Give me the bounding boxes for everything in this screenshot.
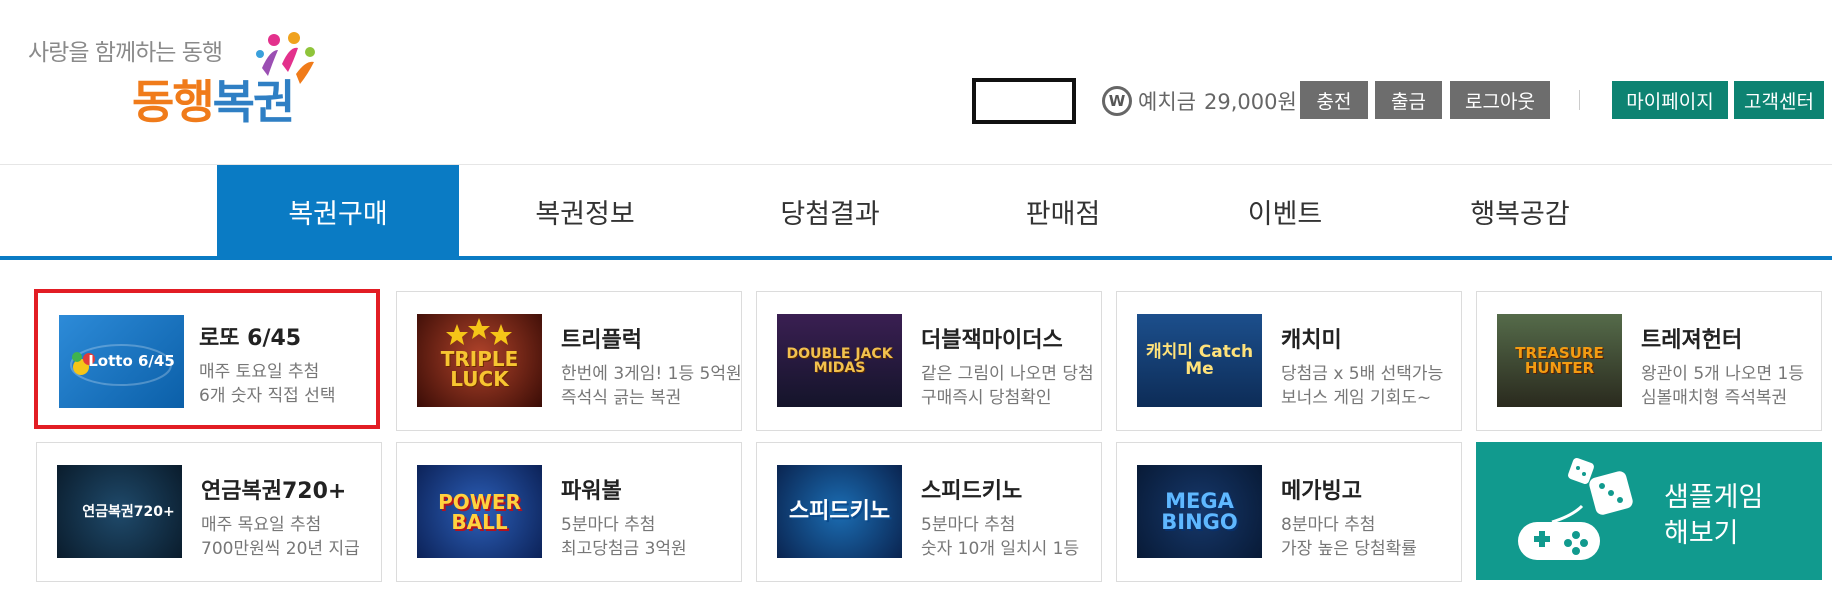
mypage-button[interactable]: 마이페이지 <box>1612 81 1728 119</box>
game-desc-line2: 가장 높은 당첨확률 <box>1281 539 1417 559</box>
catch-me-thumb-text: 캐치미 Catch Me <box>1145 341 1254 379</box>
logo-slogan: 사랑을 함께하는 동행 <box>28 40 223 66</box>
nav-item-buy[interactable]: 복권구매 <box>217 165 459 258</box>
game-desc-line1: 당첨금 x 5배 선택가능 <box>1281 364 1444 384</box>
pension-lottery-logo-icon: 연금복권720+ <box>57 465 182 558</box>
nav-item-info[interactable]: 복권정보 <box>490 165 680 258</box>
game-card-mega-bingo[interactable]: MEGA BINGO 메가빙고 8분마다 추첨 가장 높은 당첨확률 <box>1116 442 1462 582</box>
won-icon: W <box>1102 86 1132 116</box>
mega-bingo-logo-icon: MEGA BINGO <box>1137 465 1262 558</box>
game-card-double-jack-midas[interactable]: DOUBLE JACK MIDAS 더블잭마이더스 같은 그림이 나오면 당첨 … <box>756 291 1102 431</box>
game-desc-line2: 숫자 10개 일치시 1등 <box>921 539 1080 559</box>
game-title: 연금복권720+ <box>201 479 347 504</box>
sample-game-label: 샘플게임 해보기 <box>1664 480 1763 552</box>
game-title: 캐치미 <box>1281 328 1342 353</box>
game-desc-line1: 5분마다 추첨 <box>921 515 1016 535</box>
catch-me-logo-icon: 캐치미 Catch Me <box>1137 314 1262 407</box>
game-desc-line1: 한번에 3게임! 1등 5억원 <box>561 364 742 384</box>
game-desc-line1: 5분마다 추첨 <box>561 515 656 535</box>
nav-item-events[interactable]: 이벤트 <box>1190 165 1380 258</box>
game-card-speed-keno[interactable]: 스피드키노 스피드키노 5분마다 추첨 숫자 10개 일치시 1등 <box>756 442 1102 582</box>
game-title: 트레져헌터 <box>1641 328 1743 353</box>
nav-item-happiness[interactable]: 행복공감 <box>1425 165 1615 258</box>
game-card-pension-720[interactable]: 연금복권720+ 연금복권720+ 매주 목요일 추첨 700만원씩 20년 지… <box>36 442 382 582</box>
game-title: 스피드키노 <box>921 479 1023 504</box>
game-desc-line2: 보너스 게임 기회도~ <box>1281 388 1432 408</box>
game-title: 트리플럭 <box>561 328 642 353</box>
game-desc-line2: 최고당첨금 3억원 <box>561 539 687 559</box>
logout-button[interactable]: 로그아웃 <box>1450 81 1550 119</box>
game-desc-line1: 8분마다 추첨 <box>1281 515 1376 535</box>
charge-button[interactable]: 충전 <box>1300 81 1368 119</box>
game-desc-line2: 6개 숫자 직접 선택 <box>199 386 336 406</box>
game-title: 파워볼 <box>561 479 622 504</box>
pension-thumb-text: 연금복권720+ <box>82 503 175 520</box>
nav-underline <box>0 256 1832 260</box>
treasure-hunter-thumb-text: TREASURE HUNTER <box>1515 343 1604 377</box>
speed-keno-logo-icon: 스피드키노 <box>777 465 902 558</box>
game-desc-line1: 같은 그림이 나오면 당첨 <box>921 364 1094 384</box>
game-card-lotto[interactable]: Lotto 6/45 로또 6/45 매주 토요일 추첨 6개 숫자 직접 선택 <box>34 289 380 429</box>
deposit-label: 예치금 <box>1138 90 1196 114</box>
header: 사랑을 함께하는 동행 동행복권 W 예치금 29,000원 충전 출금 로그아… <box>0 0 1832 165</box>
triple-luck-logo-icon: TRIPLE LUCK <box>417 314 542 407</box>
triple-luck-thumb-text: TRIPLE LUCK <box>440 346 519 391</box>
game-desc-line2: 즉석식 긁는 복권 <box>561 388 682 408</box>
game-desc-line1: 왕관이 5개 나오면 1등 <box>1641 364 1804 384</box>
main-nav: 복권구매 복권정보 당첨결과 판매점 이벤트 행복공감 <box>0 165 1832 258</box>
masked-username-box <box>972 78 1076 124</box>
sample-game-line1: 샘플게임 <box>1664 482 1764 513</box>
power-ball-thumb-text: POWER BALL <box>438 489 521 534</box>
sample-game-button[interactable]: 샘플게임 해보기 <box>1476 442 1822 580</box>
game-desc-line2: 심볼매치형 즉석복권 <box>1641 388 1788 408</box>
nav-item-results[interactable]: 당첨결과 <box>735 165 925 258</box>
game-card-power-ball[interactable]: POWER BALL 파워볼 5분마다 추첨 최고당첨금 3억원 <box>396 442 742 582</box>
game-card-treasure-hunter[interactable]: TREASURE HUNTER 트레져헌터 왕관이 5개 나오면 1등 심볼매치… <box>1476 291 1822 431</box>
treasure-hunter-logo-icon: TREASURE HUNTER <box>1497 314 1622 407</box>
game-desc-line2: 700만원씩 20년 지급 <box>201 539 360 559</box>
game-desc-line1: 매주 목요일 추첨 <box>201 515 322 535</box>
double-jack-midas-thumb-text: DOUBLE JACK MIDAS <box>786 345 893 376</box>
game-card-triple-luck[interactable]: TRIPLE LUCK 트리플럭 한번에 3게임! 1등 5억원 즉석식 긁는 … <box>396 291 742 431</box>
people-logo-icon <box>256 32 315 84</box>
speed-keno-thumb-text: 스피드키노 <box>788 498 891 524</box>
game-title: 로또 6/45 <box>199 326 302 351</box>
sample-game-line2: 해보기 <box>1664 518 1739 549</box>
game-desc-line2: 구매즉시 당첨확인 <box>921 388 1052 408</box>
gamepad-dice-icon <box>1518 458 1633 560</box>
header-divider <box>1579 90 1580 110</box>
deposit-info: W 예치금 29,000원 <box>1102 84 1297 118</box>
power-ball-logo-icon: POWER BALL <box>417 465 542 558</box>
support-button[interactable]: 고객센터 <box>1734 81 1824 119</box>
double-jack-midas-logo-icon: DOUBLE JACK MIDAS <box>777 314 902 407</box>
deposit-amount: 29,000원 <box>1203 90 1297 114</box>
game-desc-line1: 매주 토요일 추첨 <box>199 362 320 382</box>
logo-name-part1: 동행 <box>132 75 215 129</box>
game-title: 메가빙고 <box>1281 479 1362 504</box>
game-card-catch-me[interactable]: 캐치미 Catch Me 캐치미 당첨금 x 5배 선택가능 보너스 게임 기회… <box>1116 291 1462 431</box>
withdraw-button[interactable]: 출금 <box>1375 81 1442 119</box>
lotto-thumb-text: Lotto 6/45 <box>88 352 175 370</box>
nav-item-stores[interactable]: 판매점 <box>968 165 1158 258</box>
mega-bingo-thumb-text: MEGA BINGO <box>1161 488 1238 534</box>
lotto-logo-icon: Lotto 6/45 <box>59 315 184 408</box>
game-title: 더블잭마이더스 <box>921 328 1063 353</box>
